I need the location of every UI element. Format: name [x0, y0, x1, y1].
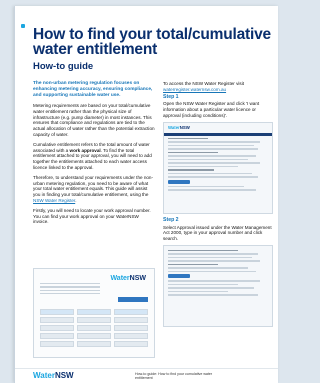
page-footer: WaterNSW How-to guide: How to find your … [15, 368, 278, 383]
invoice-highlight-tag [118, 297, 148, 302]
screenshot-1-logo-nsw: NSW [179, 124, 190, 130]
work-approval-bold: work approval [69, 147, 101, 153]
screenshot-1-logo-water: Water [168, 124, 180, 130]
invoice-logo-nsw: NSW [129, 275, 146, 282]
left-column: The non-urban metering regulation focuse… [33, 81, 155, 229]
register-intro: To access the NSW Water Register visit w… [163, 81, 273, 93]
paragraph-1: Metering requirements are based on your … [33, 103, 155, 137]
page-title: How to find your total/cumulative water … [33, 26, 271, 58]
invoice-logo-water: Water [110, 275, 130, 282]
footer-caption: How-to guide: How to find your cumulativ… [135, 372, 213, 381]
step-2-text: Select Approval issued under the Water M… [163, 224, 272, 242]
water-register-url-link[interactable]: waterregister.waternsw.com.au [163, 87, 226, 92]
paragraph-3: Therefore, to understand your requiremen… [33, 175, 155, 204]
page-subtitle: How-to guide [33, 61, 94, 72]
accent-mark [21, 24, 25, 28]
step-1-text: Open the NSW Water Register and click 'I… [163, 101, 260, 118]
invoice-example-image: WaterNSW [33, 268, 155, 358]
paragraph-3-text: Therefore, to understand your requiremen… [33, 174, 154, 198]
paragraph-2: Cumulative entitlement refers to the tot… [33, 142, 155, 171]
step-2-screenshot [163, 244, 273, 327]
invoice-table [40, 309, 148, 349]
step-1-heading: Step 1 [163, 93, 179, 100]
footer-logo: WaterNSW [33, 371, 74, 380]
screenshot-1-logo: WaterNSW [164, 123, 272, 131]
step-2-heading: Step 2 [163, 216, 179, 223]
paragraph-4: Firstly, you will need to locate your wo… [33, 207, 151, 225]
right-column: To access the NSW Water Register visit w… [163, 81, 273, 327]
guide-page: How to find your total/cumulative water … [14, 6, 278, 383]
lead-paragraph: The non-urban metering regulation focuse… [33, 81, 153, 98]
nsw-water-register-link[interactable]: NSW Water Register [33, 198, 75, 203]
register-intro-text: To access the NSW Water Register visit [163, 81, 245, 86]
step-1-screenshot: WaterNSW [163, 121, 273, 214]
paragraph-3-text-end: . [75, 197, 77, 203]
footer-logo-nsw: NSW [54, 371, 74, 380]
footer-logo-water: Water [33, 371, 55, 380]
invoice-logo: WaterNSW [110, 275, 146, 282]
invoice-address-lines [40, 281, 100, 296]
